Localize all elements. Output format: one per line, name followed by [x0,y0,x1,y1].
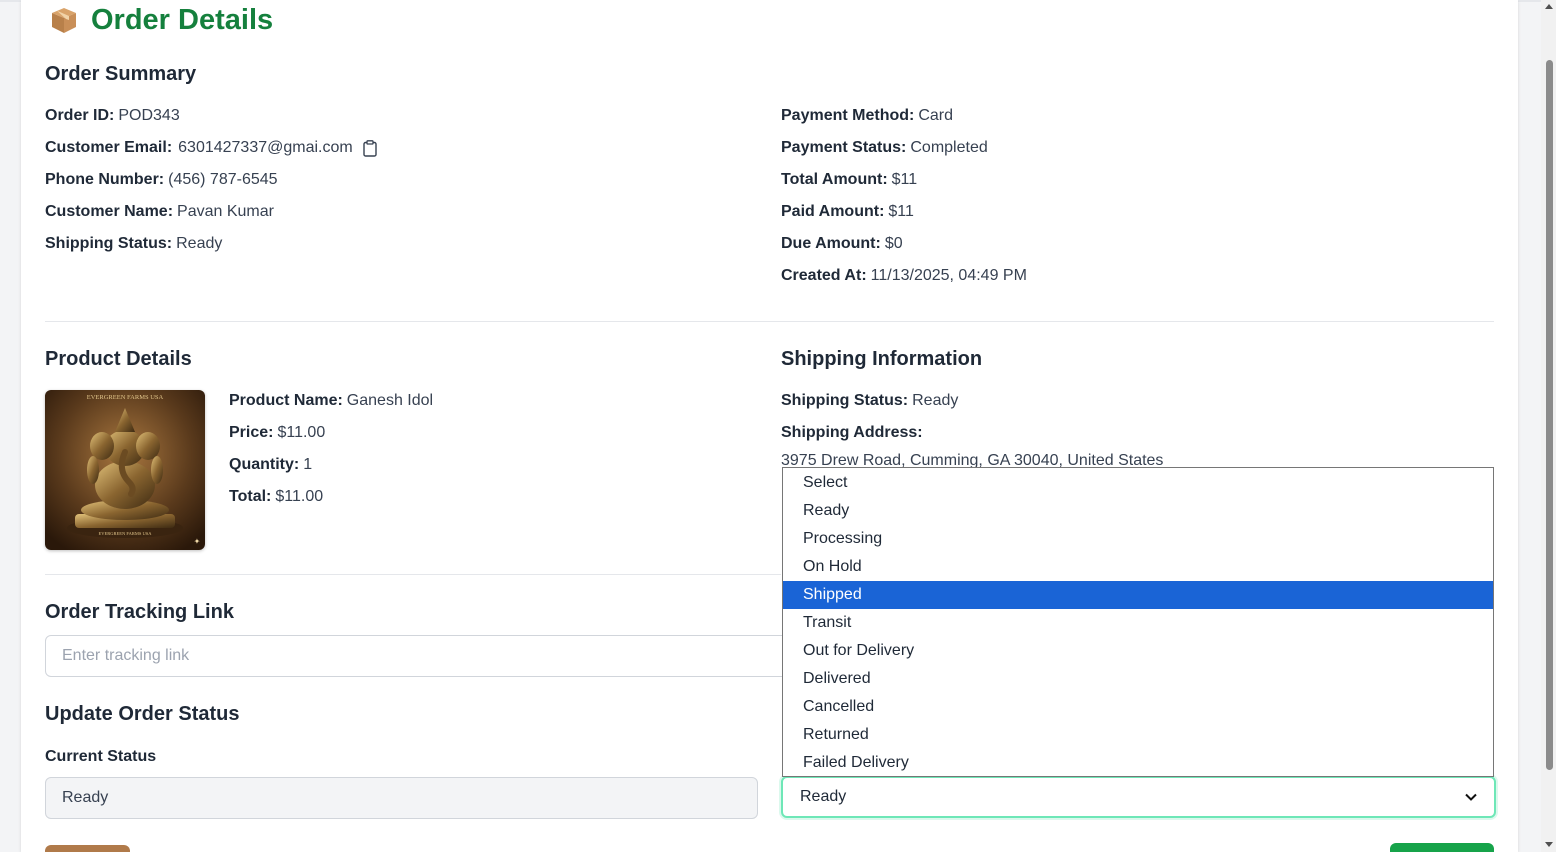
page-scrollbar[interactable] [1541,0,1556,852]
option-failed-delivery[interactable]: Failed Delivery [783,749,1493,777]
product-name-row: Product Name: Ganesh Idol [229,392,433,410]
chevron-down-icon [1465,793,1477,801]
svg-text:✦: ✦ [194,537,201,546]
paid-amount-row: Paid Amount: $11 [781,203,914,221]
payment-method-row: Payment Method: Card [781,107,953,125]
order-id-value: POD343 [118,107,180,124]
clipboard-icon[interactable] [363,139,377,157]
shipping-status-value: Ready [176,235,223,252]
due-amount-value: $0 [884,235,903,252]
product-name-value: Ganesh Idol [346,392,434,409]
price-value: $11.00 [277,424,326,441]
payment-status-label: Payment Status: [781,139,907,156]
customer-email-label: Customer Email: [45,139,173,156]
phone-number-row: Phone Number: (456) 787-6545 [45,171,278,189]
option-delivered[interactable]: Delivered [783,665,1493,693]
shipping-status-label: Shipping Status: [45,235,173,252]
product-image: EVERGREEN FARMS USA EVERGREEN FARMS USA … [45,390,205,550]
phone-number-value: (456) 787-6545 [168,171,278,188]
option-ready[interactable]: Ready [783,497,1493,525]
scroll-down-arrow-icon[interactable] [1545,842,1553,847]
quantity-value: 1 [303,456,313,473]
created-at-row: Created At: 11/13/2025, 04:49 PM [781,267,1027,285]
scrollbar-thumb[interactable] [1546,60,1553,770]
scroll-up-arrow-icon[interactable] [1545,4,1553,9]
update-status-heading: Update Order Status [45,703,240,725]
paid-amount-label: Paid Amount: [781,203,885,220]
due-amount-row: Due Amount: $0 [781,235,903,253]
option-select[interactable]: Select [783,469,1493,497]
image-watermark-top: EVERGREEN FARMS USA [87,394,164,401]
order-id-row: Order ID: POD343 [45,107,180,125]
current-status-field: Ready [45,777,758,819]
customer-name-label: Customer Name: [45,203,174,220]
product-name-label: Product Name: [229,392,343,409]
product-total-row: Total: $11.00 [229,488,323,506]
product-total-label: Total: [229,488,272,505]
product-total-value: $11.00 [275,488,324,505]
order-summary-heading: Order Summary [45,63,197,85]
tracking-link-input[interactable]: Enter tracking link [45,635,845,677]
total-amount-label: Total Amount: [781,171,888,188]
shipping-info-status-value: Ready [912,392,959,409]
option-processing[interactable]: Processing [783,525,1493,553]
total-amount-value: $11 [891,171,918,188]
tracking-heading: Order Tracking Link [45,601,234,623]
status-select[interactable]: Ready [781,776,1496,818]
customer-email-row: Customer Email: 6301427337@gmai.com [45,139,377,157]
package-icon [52,8,76,33]
option-on-hold[interactable]: On Hold [783,553,1493,581]
shipping-address-label: Shipping Address: [781,424,923,441]
shipping-info-status-label: Shipping Status: [781,392,909,409]
status-select-value: Ready [800,788,847,805]
payment-method-value: Card [918,107,954,124]
shipping-info-status-row: Shipping Status: Ready [781,392,958,410]
product-divider [45,574,781,575]
customer-name-row: Customer Name: Pavan Kumar [45,203,274,221]
update-button[interactable] [1390,843,1494,852]
due-amount-label: Due Amount: [781,235,881,252]
option-returned[interactable]: Returned [783,721,1493,749]
payment-status-value: Completed [910,139,988,156]
paid-amount-value: $11 [888,203,914,220]
option-shipped[interactable]: Shipped [783,581,1493,609]
quantity-label: Quantity: [229,456,300,473]
phone-number-label: Phone Number: [45,171,165,188]
quantity-row: Quantity: 1 [229,456,312,474]
created-at-label: Created At: [781,267,867,284]
price-row: Price: $11.00 [229,424,325,442]
total-amount-row: Total Amount: $11 [781,171,917,189]
shipping-info-heading: Shipping Information [781,348,983,370]
created-at-value: 11/13/2025, 04:49 PM [870,267,1027,284]
order-id-label: Order ID: [45,107,115,124]
current-status-label: Current Status [45,748,157,765]
option-out-for-delivery[interactable]: Out for Delivery [783,637,1493,665]
product-details-heading: Product Details [45,348,192,370]
option-cancelled[interactable]: Cancelled [783,693,1493,721]
customer-email-value: 6301427337@gmai.com [178,139,353,156]
option-transit[interactable]: Transit [783,609,1493,637]
image-watermark-bottom: EVERGREEN FARMS USA [99,531,153,536]
page-title: Order Details [91,3,274,36]
shipping-status-row: Shipping Status: Ready [45,235,222,253]
shipping-address-label-row: Shipping Address: [781,424,927,442]
price-label: Price: [229,424,274,441]
status-dropdown-list[interactable]: Select Ready Processing On Hold Shipped … [782,467,1494,777]
section-divider [45,321,1494,322]
payment-status-row: Payment Status: Completed [781,139,988,157]
customer-name-value: Pavan Kumar [177,203,274,220]
back-button[interactable] [45,845,130,852]
page-header: Order Details [49,2,273,38]
payment-method-label: Payment Method: [781,107,915,124]
